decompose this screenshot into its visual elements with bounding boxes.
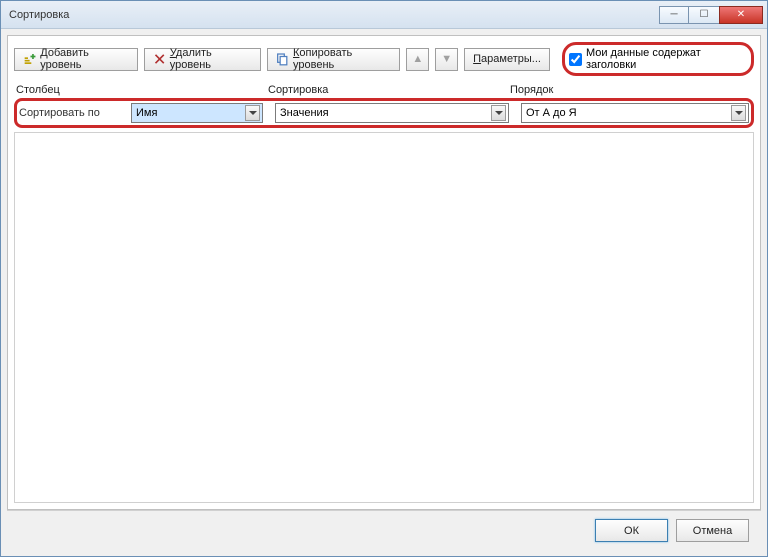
add-level-label: Добавить уровень xyxy=(40,47,128,71)
delete-level-label: Удалить уровень xyxy=(170,47,252,71)
dialog-body: Добавить уровень Удалить уровень Копиров… xyxy=(7,35,761,510)
copy-level-button[interactable]: Копировать уровень xyxy=(267,48,401,71)
options-label: Параметры... xyxy=(473,53,541,65)
window-buttons: ─ ☐ ✕ xyxy=(659,6,763,24)
delete-icon xyxy=(153,52,166,66)
add-level-button[interactable]: Добавить уровень xyxy=(14,48,138,71)
titlebar: Сортировка ─ ☐ ✕ xyxy=(1,1,767,29)
column-headers: Столбец Сортировка Порядок xyxy=(14,84,754,96)
chevron-down-icon: ▼ xyxy=(441,53,452,65)
move-down-button[interactable]: ▼ xyxy=(435,48,458,71)
chevron-down-icon xyxy=(245,105,260,121)
copy-level-label: Копировать уровень xyxy=(293,47,391,71)
cancel-button[interactable]: Отмена xyxy=(676,519,749,542)
header-column: Столбец xyxy=(16,84,268,96)
order-value: От А до Я xyxy=(526,107,731,119)
headers-checkbox[interactable] xyxy=(569,53,582,66)
sort-on-combobox[interactable]: Значения xyxy=(275,103,509,123)
order-combobox[interactable]: От А до Я xyxy=(521,103,749,123)
dialog-footer: ОК Отмена xyxy=(7,510,761,550)
sort-dialog: Сортировка ─ ☐ ✕ Добавить уровень xyxy=(0,0,768,557)
chevron-up-icon: ▲ xyxy=(412,53,423,65)
toolbar: Добавить уровень Удалить уровень Копиров… xyxy=(14,42,754,76)
sort-by-label: Сортировать по xyxy=(19,107,127,119)
options-button[interactable]: Параметры... xyxy=(464,48,550,71)
chevron-down-icon xyxy=(731,105,746,121)
close-button[interactable]: ✕ xyxy=(719,6,763,24)
headers-checkbox-wrap[interactable]: Мои данные содержат заголовки xyxy=(562,42,754,76)
ok-label: ОК xyxy=(624,525,639,537)
column-value: Имя xyxy=(136,107,245,119)
column-combobox[interactable]: Имя xyxy=(131,103,263,123)
delete-level-button[interactable]: Удалить уровень xyxy=(144,48,261,71)
ok-button[interactable]: ОК xyxy=(595,519,668,542)
add-level-icon xyxy=(23,52,36,66)
sort-on-value: Значения xyxy=(280,107,491,119)
levels-list-area xyxy=(14,132,754,503)
window-title: Сортировка xyxy=(9,9,69,21)
header-order: Порядок xyxy=(510,84,752,96)
move-up-button[interactable]: ▲ xyxy=(406,48,429,71)
minimize-button[interactable]: ─ xyxy=(659,6,689,24)
header-sort: Сортировка xyxy=(268,84,510,96)
copy-icon xyxy=(276,52,289,66)
cancel-label: Отмена xyxy=(693,525,732,537)
headers-checkbox-label: Мои данные содержат заголовки xyxy=(586,47,745,71)
chevron-down-icon xyxy=(491,105,506,121)
sort-level-row: Сортировать по Имя Значения От А до Я xyxy=(14,98,754,128)
maximize-button[interactable]: ☐ xyxy=(689,6,719,24)
